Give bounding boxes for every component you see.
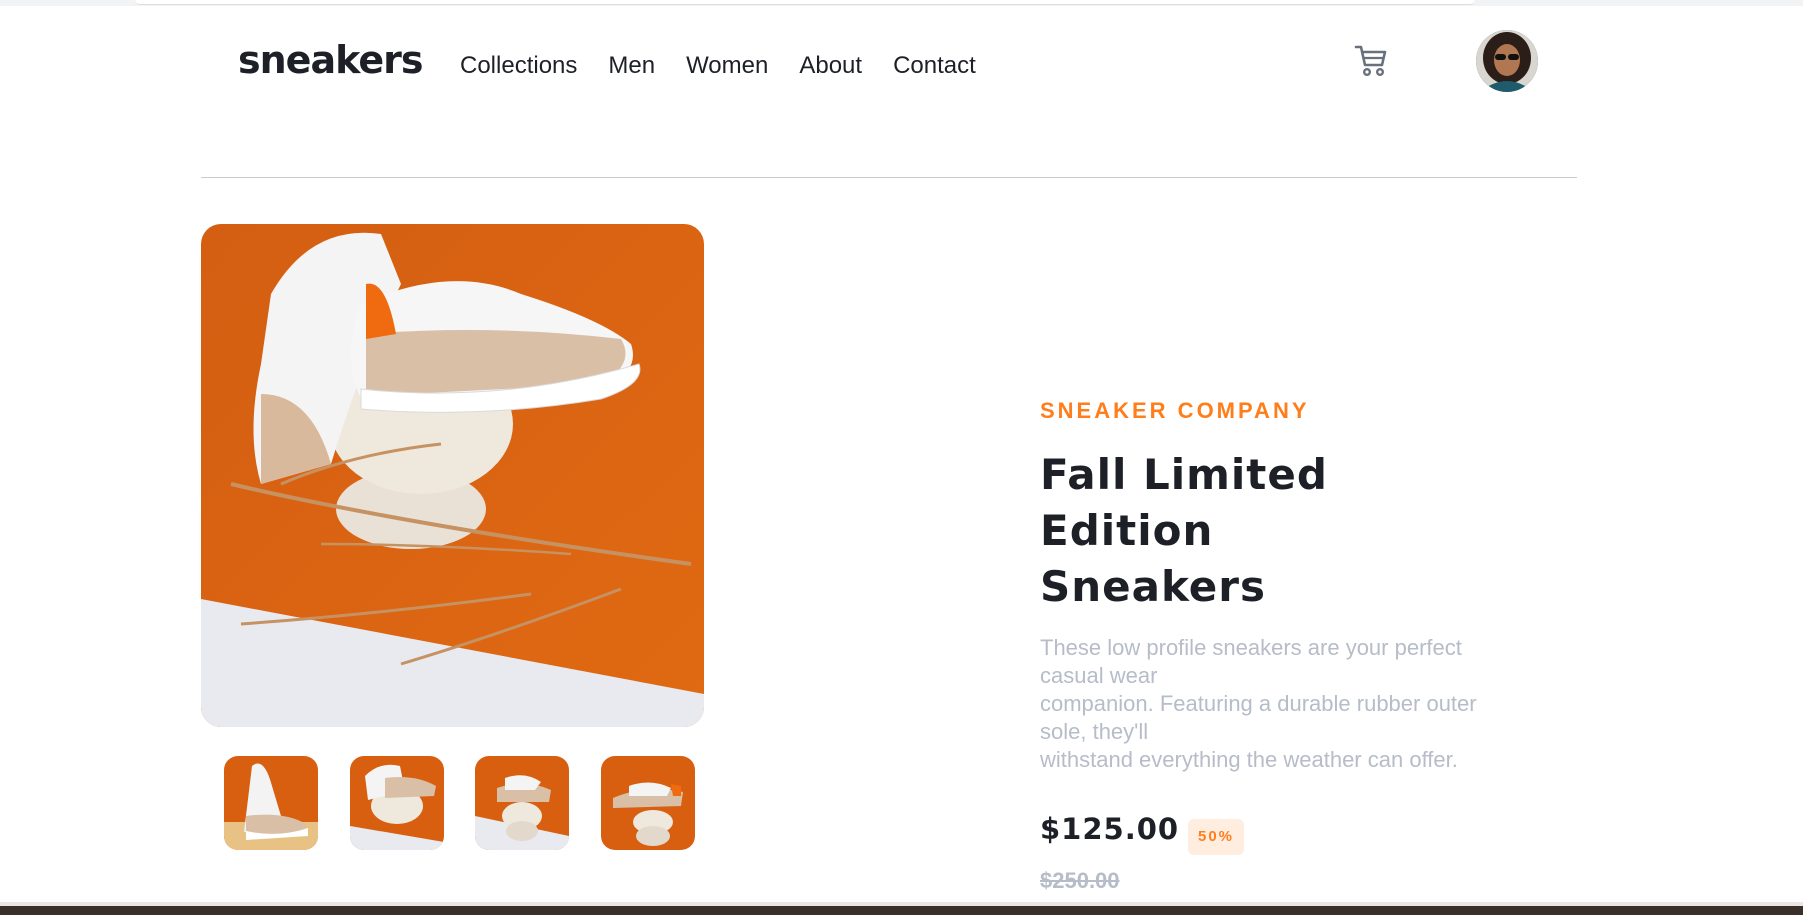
company-label: SNEAKER COMPANY — [1040, 398, 1310, 423]
product-title-line: Sneakers — [1040, 562, 1266, 611]
discount-badge: 50% — [1188, 819, 1244, 855]
thumbnail-2[interactable] — [350, 756, 444, 850]
original-price: $250.00 — [1040, 868, 1120, 893]
browser-top-strip — [0, 0, 1803, 6]
nav-men[interactable]: Men — [608, 52, 655, 80]
nav-contact[interactable]: Contact — [893, 52, 976, 80]
product-title-line: Fall Limited — [1040, 450, 1328, 499]
product-description: These low profile sneakers are your perf… — [1040, 635, 1477, 772]
main-nav: Collections Men Women About Contact — [460, 52, 1007, 80]
product-main-image[interactable] — [201, 224, 704, 727]
nav-women[interactable]: Women — [686, 52, 768, 80]
nav-about[interactable]: About — [799, 52, 862, 80]
nav-collections[interactable]: Collections — [460, 52, 577, 80]
thumbnail-3[interactable] — [475, 756, 569, 850]
cart-icon[interactable] — [1354, 42, 1390, 78]
logo[interactable]: sneakers — [238, 38, 423, 82]
taskbar-strip — [0, 906, 1803, 915]
current-price: $125.00 — [1040, 812, 1180, 846]
product-title: Fall Limited Edition Sneakers — [1040, 447, 1370, 615]
product-title-line: Edition — [1040, 506, 1214, 555]
user-avatar[interactable] — [1476, 30, 1538, 92]
thumbnail-4[interactable] — [601, 756, 695, 850]
thumbnail-1[interactable] — [224, 756, 318, 850]
header-divider — [201, 177, 1577, 178]
